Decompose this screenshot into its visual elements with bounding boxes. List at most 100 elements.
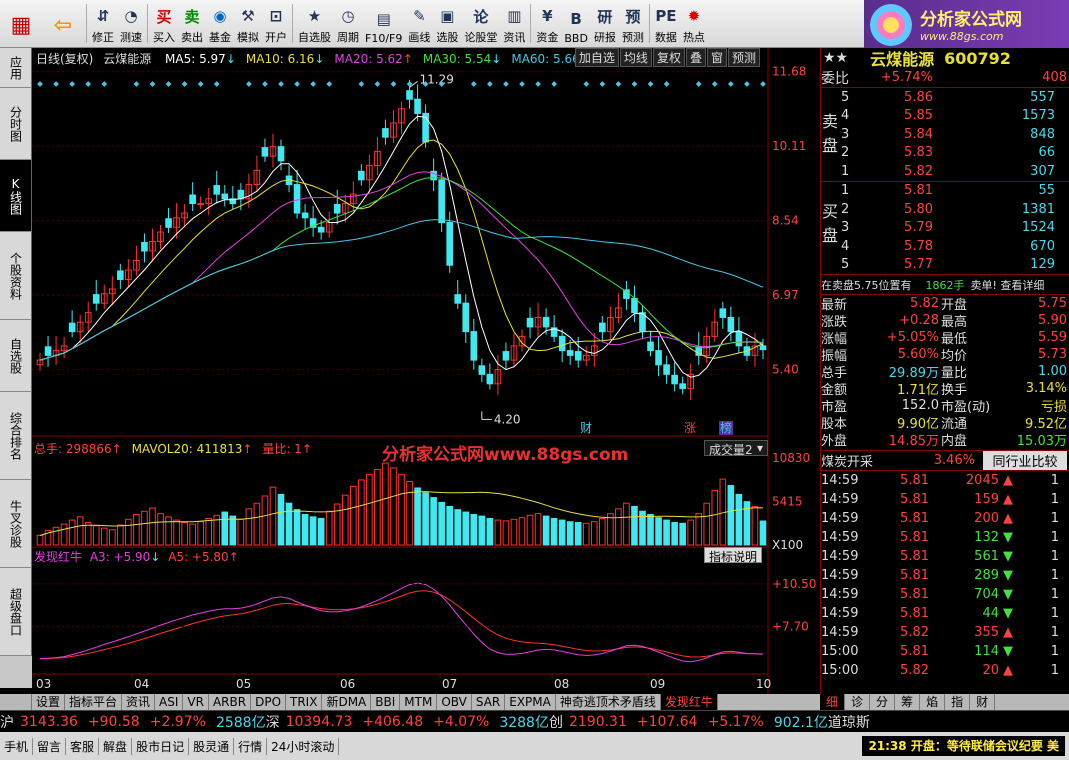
status-item-7[interactable]: 24小时滚动 [267,737,340,755]
big-order-notice[interactable]: 在卖盘5.75位置有 1862手 卖单! 查看详细 [821,275,1069,295]
tick-time: 14:59 [821,606,859,621]
toolbar-discuss-button[interactable]: 论论股堂 [461,0,500,47]
status-item-0[interactable]: 手机 [0,737,34,755]
book-volume: 1573 [1021,108,1055,124]
toolbar-back-arrow-button[interactable]: ⇦ [42,0,84,47]
side-tab-4[interactable]: 自选股 [0,320,32,392]
chart-btn-0[interactable]: 加自选 [574,48,619,67]
status-item-3[interactable]: 解盘 [99,737,133,755]
indicator-tab-3[interactable]: ASI [155,694,184,710]
stat-row: 外盘 14.85万 内盘 15.03万 [821,431,1069,449]
sells-row[interactable]: 5 5.86 557 [821,88,1069,107]
toolbar-grid-button[interactable]: ▦ [0,0,42,47]
indicator-tab-15[interactable]: 发现红牛 [660,694,718,710]
toolbar-lock-button[interactable]: ⊡ 开户 [262,0,290,47]
toolbar-bbd-button[interactable]: B BBD [561,0,591,47]
toolbar-hammer-button[interactable]: ⚒ 模拟 [234,0,262,47]
indicator-tab-1[interactable]: 指标平台 [65,694,123,710]
side-tab-5[interactable]: 综合排名 [0,392,32,480]
chart-btn-1[interactable]: 均线 [619,48,652,67]
star-icon[interactable]: ★★ [823,50,848,66]
side-tab-2[interactable]: K线图 [0,160,32,232]
side-tab-1[interactable]: 分时图 [0,88,32,160]
sells-row[interactable]: 3 5.84 848 [821,125,1069,144]
indicator-tab-7[interactable]: TRIX [286,694,323,710]
side-tab-7[interactable]: 超级盘口 [0,568,32,656]
toolbar-pe-button[interactable]: PE 数据 [652,0,680,47]
indicator-tab-9[interactable]: BBI [371,694,401,710]
toolbar-speed-button[interactable]: ◔ 测速 [117,0,145,47]
indicator-tab-12[interactable]: SAR [472,694,506,710]
toolbar-report-button[interactable]: 研研报 [591,0,619,47]
event-marker-0[interactable]: 财 [580,421,592,435]
indicator-tab-0[interactable]: 设置 [32,694,66,710]
event-marker-1[interactable]: 涨 [684,420,696,435]
indicator-tab-5[interactable]: ARBR [209,694,252,710]
toolbar-screen-button[interactable]: ▣ 选股 [433,0,461,47]
bottom-left-scroll[interactable] [0,694,32,710]
indicator-help-button[interactable]: 指标说明 [704,547,762,564]
buys-row[interactable]: 1 5.81 55 [821,182,1069,201]
fund-icon: ◉ [213,7,227,25]
right-tab-5[interactable]: 指 [945,694,971,710]
toolbar-news-button[interactable]: ▥ 资讯 [500,0,528,47]
volume-bar [703,502,711,546]
indicator-tab-10[interactable]: MTM [400,694,438,710]
toolbar-pen-button[interactable]: ✎ 画线 [405,0,433,47]
indicator-tab-11[interactable]: OBV [437,694,472,710]
toolbar-fire-button[interactable]: ✹ 热点 [680,0,708,47]
toolbar-buy-button[interactable]: 买买入 [150,0,178,47]
signal-diamond [487,81,493,87]
sector-compare-button[interactable]: 同行业比较 [983,451,1067,470]
status-item-5[interactable]: 股灵通 [189,737,235,755]
toolbar-chart-button[interactable]: ▤ F10/F9 [362,0,405,47]
right-tab-1[interactable]: 诊 [845,694,871,710]
volume-select[interactable]: 成交量2 ▾ [704,440,768,457]
side-tab-3[interactable]: 个股资料 [0,232,32,320]
buys-row[interactable]: 2 5.80 1381 [821,200,1069,219]
right-tab-4[interactable]: 焰 [920,694,946,710]
news-ticker[interactable]: 21:38 开盘：等待联储会议纪要 美 [862,736,1065,756]
toolbar-sell-button[interactable]: 卖卖出 [178,0,206,47]
right-tab-2[interactable]: 分 [870,694,896,710]
sells-row[interactable]: 1 5.82 307 [821,162,1069,181]
side-tab-0[interactable]: 应用 [0,48,32,88]
tick-list[interactable]: 14:59 5.81 2045 ▲ 1 14:59 5.81 159 ▲ 1 14:59 5.81 20… [821,471,1069,680]
indicator-tab-8[interactable]: 新DMA [322,694,372,710]
status-item-4[interactable]: 股市日记 [132,737,190,755]
indicator-tab-6[interactable]: DPO [251,694,287,710]
toolbar-money-button[interactable]: ¥ 资金 [533,0,561,47]
status-item-2[interactable]: 客服 [66,737,100,755]
right-tab-3[interactable]: 筹 [895,694,921,710]
buys-row[interactable]: 4 5.78 670 [821,237,1069,256]
right-tab-0[interactable]: 细 [820,694,846,710]
buys-row[interactable]: 5 5.77 129 [821,256,1069,275]
chart-btn-5[interactable]: 预测 [727,48,760,67]
indicator-tab-2[interactable]: 资讯 [122,694,156,710]
toolbar-forecast-button[interactable]: 预预测 [619,0,647,47]
sells-row[interactable]: 2 5.83 66 [821,144,1069,163]
indicator-tab-14[interactable]: 神奇逃顶术矛盾线 [556,694,661,710]
toolbar-up-down-button[interactable]: ⇵ 修正 [89,0,117,47]
right-tab-6[interactable]: 财 [970,694,996,710]
status-item-1[interactable]: 留言 [33,737,67,755]
chart-btn-3[interactable]: 叠 [685,48,706,67]
side-tab-6[interactable]: 牛叉诊股 [0,480,32,568]
kline-chart-svg[interactable]: 11.6810.118.546.975.4011.294.20财涨榜108305… [32,48,820,694]
indicator-tab-4[interactable]: VR [183,694,209,710]
kline-chart-area[interactable]: 11.68 10.11 8.54 6.97 5.40 11.29 4.20 财涨榜 10830 5… [32,48,820,694]
month-label: 06 [340,677,355,691]
event-marker-2[interactable]: 榜 [720,420,732,435]
volume-bar [671,522,678,546]
volume-select-value: 成交量2 [709,443,753,457]
indicator-tab-13[interactable]: EXPMA [505,694,556,710]
chart-btn-4[interactable]: 窗 [706,48,727,67]
sector-name[interactable]: 煤炭开采 [821,451,911,470]
status-item-6[interactable]: 行情 [234,737,268,755]
toolbar-fund-button[interactable]: ◉ 基金 [206,0,234,47]
toolbar-clock-button[interactable]: ◷ 周期 [334,0,362,47]
buys-row[interactable]: 3 5.79 1524 [821,219,1069,238]
toolbar-star-button[interactable]: ★ 自选股 [295,0,334,47]
chart-btn-2[interactable]: 复权 [652,48,685,67]
sells-row[interactable]: 4 5.85 1573 [821,107,1069,126]
